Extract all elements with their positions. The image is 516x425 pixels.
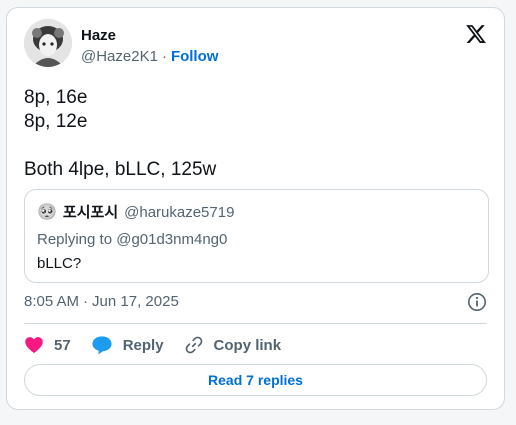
read-replies-button[interactable]: Read 7 replies [24, 364, 487, 396]
author-name[interactable]: Haze [81, 27, 218, 45]
reply-button[interactable]: Reply [91, 335, 164, 355]
tweet-time: 8:05 AM [24, 293, 80, 310]
quoted-author-row: 🥺 포시포시 @harukaze5719 [37, 204, 234, 222]
tweet-date: Jun 17, 2025 [92, 293, 179, 310]
quoted-text: bLLC? [37, 255, 82, 272]
separator: · [161, 48, 167, 65]
copy-link-button[interactable]: Copy link [184, 335, 282, 355]
speech-bubble-icon [92, 336, 112, 355]
like-button[interactable]: 57 [24, 335, 71, 355]
follow-button[interactable]: Follow [171, 48, 219, 65]
heart-icon [25, 337, 43, 353]
quoted-replying-to: Replying to @g01d3nm4ng0 [37, 231, 228, 248]
author-handle-row: @Haze2K1 · Follow [81, 48, 218, 66]
tweet-timestamp[interactable]: 8:05 AM · Jun 17, 2025 [24, 293, 179, 311]
quoted-author-handle: @harukaze5719 [124, 204, 235, 221]
x-logo-icon[interactable] [465, 23, 487, 45]
tweet-line: 8p, 12e [24, 111, 88, 132]
tweet-text: 8p, 16e 8p, 12e Both 4lpe, bLLC, 125w [24, 86, 484, 182]
quoted-author-emoji-icon: 🥺 [37, 204, 57, 221]
quoted-author-name: 포시포시 [62, 204, 119, 221]
reply-label: Reply [122, 336, 164, 354]
like-count: 57 [54, 336, 71, 354]
separator: · [83, 293, 89, 310]
avatar[interactable] [24, 19, 72, 67]
info-icon[interactable] [467, 292, 487, 312]
link-icon [185, 336, 202, 354]
tweet-line: 8p, 16e [24, 87, 88, 108]
tweet-line: Both 4lpe, bLLC, 125w [24, 159, 217, 180]
author-handle[interactable]: @Haze2K1 [81, 48, 158, 65]
tweet-header: Haze @Haze2K1 · Follow [24, 19, 487, 71]
author-info: Haze @Haze2K1 · Follow [81, 27, 218, 66]
action-bar: 57 Reply Copy link [24, 334, 301, 356]
tweet-line [24, 134, 484, 158]
copy-link-label: Copy link [213, 336, 282, 354]
tweet-card: Haze @Haze2K1 · Follow 8p, 16e 8p, 12e Bot… [6, 7, 505, 410]
quoted-tweet[interactable]: 🥺 포시포시 @harukaze5719 Replying to @g01d3n… [24, 189, 489, 283]
divider [24, 323, 487, 324]
